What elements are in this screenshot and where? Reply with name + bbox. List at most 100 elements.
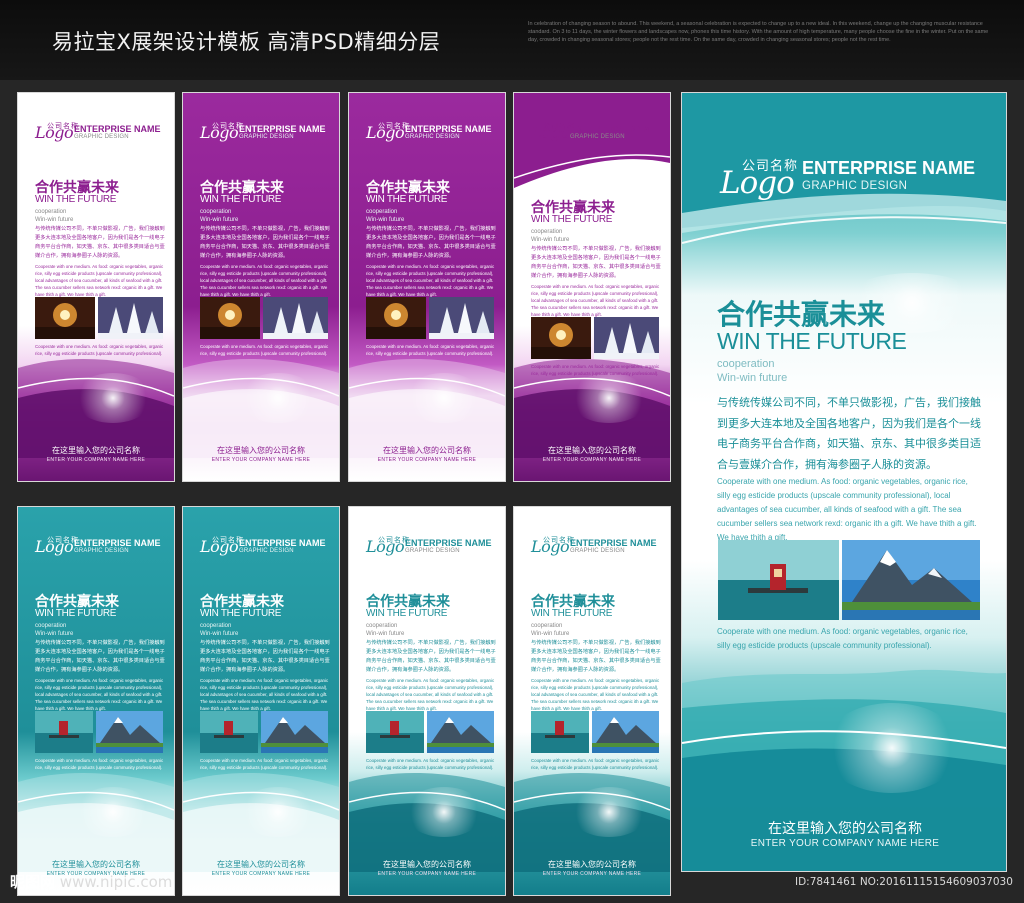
photo-strip [200, 297, 328, 339]
intro-paragraph-en: Cooperate with one medium. As food: orga… [200, 264, 329, 297]
watermark: 昵图网 www.nipic.com [10, 871, 172, 892]
secondary-paragraph-en: Cooperate with one medium. As food: orga… [35, 758, 164, 770]
light-flare [569, 787, 649, 837]
light-flare [569, 373, 649, 423]
photo-strip [366, 711, 494, 753]
cooperation-label: cooperation [366, 623, 398, 629]
intro-paragraph-en: Cooperate with one medium. As food: orga… [531, 678, 660, 711]
win-win-label: Win-win future [531, 237, 570, 243]
banner-variant-6[interactable]: 公司名称 Logo ENTERPRISE NAME GRAPHIC DESIGN… [182, 506, 340, 896]
cooperation-label: cooperation [531, 623, 563, 629]
cooperation-label: cooperation [35, 209, 67, 215]
heading-en: WIN THE FUTURE [366, 608, 448, 619]
intro-paragraph-cn: 与传统传媒公司不同，不单只做影视，广告，我们接触到更多大连本地及全国各地客户，因… [200, 226, 330, 259]
win-win-label: Win-win future [200, 217, 239, 223]
footer-company-cn: 在这里输入您的公司名称 [768, 821, 922, 837]
light-flare [73, 787, 153, 837]
win-win-label: Win-win future [35, 631, 74, 637]
graphic-design-label: GRAPHIC DESIGN [74, 548, 129, 554]
secondary-paragraph-en: Cooperate with one medium. As food: orga… [717, 627, 968, 650]
footer-company-cn: 在这里输入您的公司名称 [217, 860, 305, 869]
intro-paragraph-cn: 与传统传媒公司不同，不单只做影视，广告，我们接触到更多大连本地及全国各地客户，因… [35, 226, 165, 259]
intro-paragraph-en: Cooperate with one medium. As food: orga… [531, 284, 660, 317]
win-win-label: Win-win future [717, 372, 788, 384]
banner-variant-1[interactable]: 公司名称 Logo ENTERPRISE NAME GRAPHIC DESIGN… [17, 92, 175, 482]
win-win-label: Win-win future [366, 631, 405, 637]
logo: 公司名称 Logo [35, 536, 78, 556]
photo-strip [35, 297, 163, 339]
light-flare [404, 787, 484, 837]
graphic-design-label: GRAPHIC DESIGN [570, 548, 625, 554]
heading-en: WIN THE FUTURE [35, 608, 117, 619]
enterprise-name: ENTERPRISE NAME [74, 124, 161, 134]
intro-paragraph-en: Cooperate with one medium. As food: orga… [366, 678, 495, 711]
cooperation-label: cooperation [366, 209, 398, 215]
light-flare [238, 373, 318, 423]
enterprise-name: ENTERPRISE NAME [570, 124, 657, 134]
light-flare [822, 703, 962, 793]
logo: 公司名称 Logo [531, 122, 574, 142]
large-teal-banner[interactable]: 公司名称 Logo ENTERPRISE NAME GRAPHIC DESIGN… [681, 92, 1007, 872]
intro-paragraph-cn: 与传统传媒公司不同，不单只做影视，广告，我们接触到更多大连本地及全国各地客户，因… [531, 640, 661, 673]
light-flare [238, 787, 318, 837]
cooperation-label: cooperation [200, 623, 232, 629]
heading-en: WIN THE FUTURE [366, 194, 448, 205]
pier-photo [531, 711, 589, 753]
footer-company-en: ENTER YOUR COMPANY NAME HERE [377, 871, 477, 877]
secondary-paragraph-en: Cooperate with one medium. As food: orga… [200, 758, 329, 770]
secondary-paragraph-en: Cooperate with one medium. As food: orga… [35, 344, 164, 356]
cooperation-label: cooperation [200, 209, 232, 215]
secondary-paragraph-en: Cooperate with one medium. As food: orga… [200, 344, 329, 356]
enterprise-name: ENTERPRISE NAME [239, 124, 326, 134]
banner-variant-3[interactable]: 公司名称 Logo ENTERPRISE NAME GRAPHIC DESIGN… [348, 92, 506, 482]
heading-en: WIN THE FUTURE [531, 214, 613, 225]
cooperation-label: cooperation [35, 623, 67, 629]
enterprise-name: ENTERPRISE NAME [570, 538, 657, 548]
watermark-url: www.nipic.com [59, 873, 173, 891]
mountain-photo [261, 711, 328, 753]
pier-photo [200, 711, 258, 753]
intro-paragraph-cn: 与传统传媒公司不同，不单只做影视，广告，我们接触到更多大连本地及全国各地客户，因… [717, 396, 981, 471]
logo: 公司名称 Logo [200, 536, 243, 556]
banner-variant-4[interactable]: 公司名称 Logo ENTERPRISE NAME GRAPHIC DESIGN… [513, 92, 671, 482]
banner-variant-7[interactable]: 公司名称 Logo ENTERPRISE NAME GRAPHIC DESIGN… [348, 506, 506, 896]
logo-wordmark: Logo [720, 165, 795, 201]
footer-company-en: ENTER YOUR COMPANY NAME HERE [750, 838, 940, 849]
photo-strip [200, 711, 328, 753]
intro-paragraph-cn: 与传统传媒公司不同，不单只做影视，广告，我们接触到更多大连本地及全国各地客户，因… [366, 226, 496, 259]
footer-company-cn: 在这里输入您的公司名称 [548, 860, 636, 869]
logo: 公司名称 Logo [366, 536, 409, 556]
win-win-label: Win-win future [531, 631, 570, 637]
win-win-label: Win-win future [35, 217, 74, 223]
secondary-paragraph-en: Cooperate with one medium. As food: orga… [531, 364, 660, 376]
win-win-label: Win-win future [200, 631, 239, 637]
intro-paragraph-cn: 与传统传媒公司不同，不单只做影视，广告，我们接触到更多大连本地及全国各地客户，因… [35, 640, 165, 673]
footer-company-en: ENTER YOUR COMPANY NAME HERE [211, 871, 311, 877]
footer-company-en: ENTER YOUR COMPANY NAME HERE [46, 457, 146, 463]
banner-variant-8[interactable]: 公司名称 Logo ENTERPRISE NAME GRAPHIC DESIGN… [513, 506, 671, 896]
night-lights-photo [366, 297, 426, 339]
top-header-bar: 易拉宝X展架设计模板 高清PSD精细分层 In celebration of c… [0, 0, 1024, 80]
light-flare [404, 373, 484, 423]
logo: 公司名称 Logo [200, 122, 243, 142]
heading-cn: 合作共赢未来 [717, 298, 886, 331]
intro-paragraph-en: Cooperate with one medium. As food: orga… [717, 477, 977, 542]
intro-paragraph-en: Cooperate with one medium. As food: orga… [35, 264, 164, 297]
footer-company-en: ENTER YOUR COMPANY NAME HERE [542, 871, 642, 877]
heading-en: WIN THE FUTURE [35, 194, 117, 205]
footer-company-en: ENTER YOUR COMPANY NAME HERE [211, 457, 311, 463]
footer-company-cn: 在这里输入您的公司名称 [52, 860, 140, 869]
mountain-photo [96, 711, 163, 753]
banner-variant-5[interactable]: 公司名称 Logo ENTERPRISE NAME GRAPHIC DESIGN… [17, 506, 175, 896]
graphic-design-label: GRAPHIC DESIGN [570, 134, 625, 140]
secondary-paragraph-en: Cooperate with one medium. As food: orga… [366, 758, 495, 770]
footer-company-cn: 在这里输入您的公司名称 [383, 860, 471, 869]
enterprise-name: ENTERPRISE NAME [802, 158, 976, 178]
night-lights-photo [200, 297, 260, 339]
secondary-paragraph-en: Cooperate with one medium. As food: orga… [531, 758, 660, 770]
intro-paragraph-en: Cooperate with one medium. As food: orga… [366, 264, 495, 297]
graphic-design-label: GRAPHIC DESIGN [405, 548, 460, 554]
graphic-design-label: GRAPHIC DESIGN [74, 134, 129, 140]
night-lights-photo [531, 317, 591, 359]
banner-variant-2[interactable]: 公司名称 Logo ENTERPRISE NAME GRAPHIC DESIGN… [182, 92, 340, 482]
